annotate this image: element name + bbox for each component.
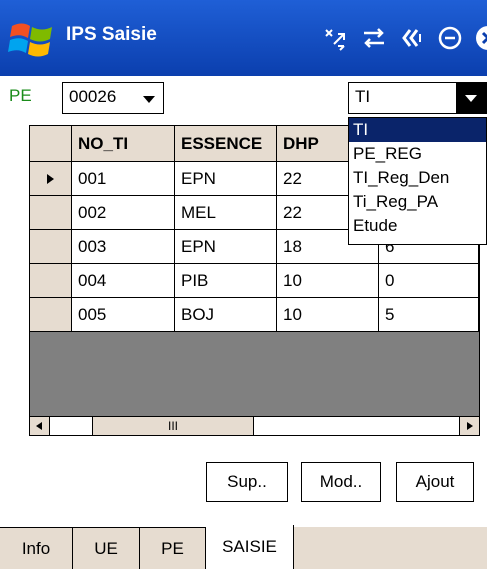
table-select-value: TI bbox=[355, 87, 371, 106]
horizontal-scrollbar[interactable]: III bbox=[29, 416, 480, 436]
tab-pe[interactable]: PE bbox=[140, 527, 206, 569]
table-cell[interactable]: EPN bbox=[175, 162, 277, 196]
chevron-down-icon bbox=[143, 96, 155, 103]
dropdown-option[interactable]: PE_REG bbox=[349, 142, 486, 166]
table-cell[interactable]: PIB bbox=[175, 264, 277, 298]
dropdown-arrow-icon[interactable] bbox=[456, 83, 486, 113]
volume-icon[interactable] bbox=[396, 18, 428, 58]
windows-start-icon[interactable] bbox=[8, 20, 56, 58]
scroll-left-button[interactable] bbox=[30, 417, 50, 435]
pe-label: PE bbox=[9, 86, 32, 105]
table-cell[interactable]: BOJ bbox=[175, 298, 277, 332]
tab-info[interactable]: Info bbox=[0, 527, 73, 569]
table-cell[interactable]: 002 bbox=[72, 196, 175, 230]
dropdown-option[interactable]: Etude bbox=[349, 214, 486, 238]
connectivity-icon[interactable] bbox=[320, 18, 352, 58]
column-header[interactable]: NO_TI bbox=[72, 126, 175, 162]
row-header[interactable] bbox=[30, 196, 72, 230]
column-header[interactable]: ESSENCE bbox=[175, 126, 277, 162]
title-bar: IPS Saisie bbox=[0, 0, 487, 76]
grid-corner bbox=[30, 126, 72, 162]
row-header[interactable] bbox=[30, 264, 72, 298]
add-button[interactable]: Ajout bbox=[396, 462, 474, 502]
row-header[interactable] bbox=[30, 162, 72, 196]
scroll-right-button[interactable] bbox=[459, 417, 479, 435]
window-title: IPS Saisie bbox=[66, 24, 157, 45]
arrow-left-icon bbox=[36, 422, 42, 430]
table-row[interactable]: 004 PIB 10 0 bbox=[30, 264, 479, 298]
status-icons bbox=[320, 18, 487, 58]
pe-select[interactable]: 00026 bbox=[62, 82, 164, 114]
table-select[interactable]: TI bbox=[348, 82, 487, 114]
table-cell[interactable]: 004 bbox=[72, 264, 175, 298]
table-cell[interactable]: MEL bbox=[175, 196, 277, 230]
table-cell[interactable]: 005 bbox=[72, 298, 175, 332]
table-cell[interactable]: 10 bbox=[277, 264, 379, 298]
table-cell[interactable]: 003 bbox=[72, 230, 175, 264]
table-cell[interactable]: 10 bbox=[277, 298, 379, 332]
current-row-icon bbox=[46, 173, 54, 184]
tab-saisie[interactable]: SAISIE bbox=[206, 525, 294, 569]
table-row[interactable]: 005 BOJ 10 5 bbox=[30, 298, 479, 332]
tab-ue[interactable]: UE bbox=[73, 527, 140, 569]
row-header[interactable] bbox=[30, 298, 72, 332]
table-cell[interactable]: 0 bbox=[379, 264, 479, 298]
sync-icon[interactable] bbox=[358, 18, 390, 58]
clock-icon[interactable] bbox=[434, 18, 466, 58]
table-cell[interactable]: 001 bbox=[72, 162, 175, 196]
table-dropdown-list: TI PE_REG TI_Reg_Den Ti_Reg_PA Etude bbox=[348, 117, 487, 245]
dropdown-option[interactable]: TI_Reg_Den bbox=[349, 166, 486, 190]
delete-button[interactable]: Sup.. bbox=[206, 462, 288, 502]
table-cell[interactable]: 5 bbox=[379, 298, 479, 332]
dropdown-option[interactable]: Ti_Reg_PA bbox=[349, 190, 486, 214]
arrow-right-icon bbox=[467, 422, 473, 430]
close-icon[interactable] bbox=[472, 18, 487, 58]
modify-button[interactable]: Mod.. bbox=[301, 462, 381, 502]
table-cell[interactable]: EPN bbox=[175, 230, 277, 264]
dropdown-option[interactable]: TI bbox=[349, 118, 486, 142]
row-header[interactable] bbox=[30, 230, 72, 264]
pe-select-value: 00026 bbox=[69, 87, 117, 106]
scroll-thumb[interactable]: III bbox=[92, 417, 254, 435]
